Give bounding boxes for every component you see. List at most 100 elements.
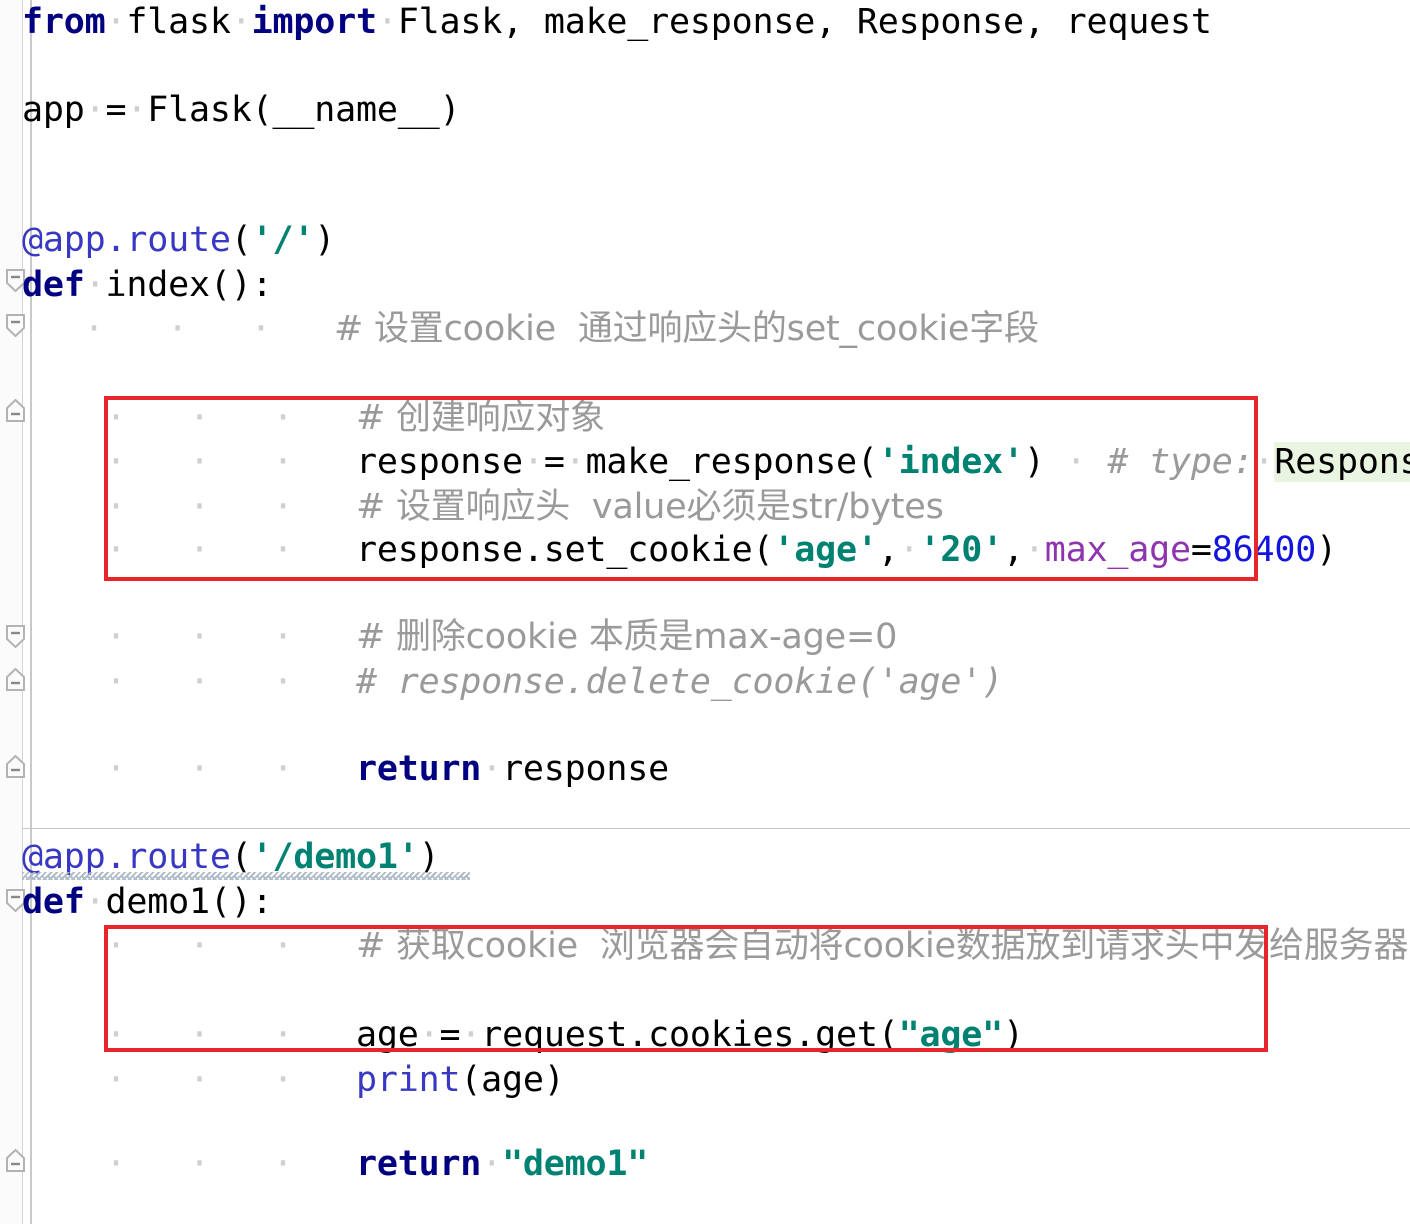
code-line-def-demo1[interactable]: def·demo1(): <box>22 880 273 924</box>
indent-dots: · · · <box>22 442 356 482</box>
string-index: 'index' <box>877 442 1024 482</box>
code-line-app-assign[interactable]: app·=·Flask(__name__) <box>22 88 461 132</box>
indent-dot: · <box>564 442 586 482</box>
indent-dot: · <box>84 265 106 305</box>
decorator-route: route <box>126 220 231 260</box>
indent-dot: · <box>1023 530 1045 570</box>
var-age: age <box>355 1015 419 1055</box>
indent-dot: · <box>481 1144 503 1184</box>
indent-dots: · · · <box>22 926 356 966</box>
string-age-key: 'age' <box>773 530 878 570</box>
indent-dot: · <box>1044 442 1108 482</box>
comma-2: , <box>1003 530 1024 570</box>
keyword-from: from <box>22 2 106 42</box>
comment-get-cookie: # 获取cookie 浏览器会自动将cookie数据放到请求头中发给服务器 <box>355 926 1409 966</box>
comment-create-response: # 创建响应对象 <box>355 398 605 438</box>
call-make-response: make_response( <box>585 442 878 482</box>
code-line-route-root[interactable]: @app.route('/') <box>22 218 335 262</box>
function-name-demo1: demo1(): <box>105 882 273 922</box>
type-response-highlight: Response <box>1274 442 1410 482</box>
print-argument: (age) <box>460 1060 565 1100</box>
paren-close: ) <box>1003 1015 1024 1055</box>
section-separator <box>22 828 1410 829</box>
indent-dots: · · · <box>22 487 356 527</box>
comment-delete-cookie-code: # response.delete_cookie('age') <box>355 662 1003 702</box>
call-request-cookies-get: request.cookies.get( <box>481 1015 899 1055</box>
decorator-separator: . <box>105 837 127 877</box>
code-line-import[interactable]: from·flask·import·Flask, make_response, … <box>22 0 1212 44</box>
code-line-comment-delete-cookie[interactable]: · · · # 删除cookie 本质是max-age=0 <box>22 615 897 659</box>
var-response: response <box>355 442 523 482</box>
code-line-comment-create-response[interactable]: · · · # 创建响应对象 <box>22 396 605 440</box>
keyword-return: return <box>355 1144 482 1184</box>
keyword-def: def <box>22 882 85 922</box>
function-name-index: index(): <box>105 265 273 305</box>
code-line-print-age[interactable]: · · · print(age) <box>22 1058 565 1102</box>
operator-equals: = <box>439 1015 461 1055</box>
call-set-cookie: response.set_cookie( <box>355 530 774 570</box>
number-86400: 86400 <box>1211 530 1317 570</box>
keyword-return: return <box>355 749 482 789</box>
indent-dots: · · · <box>22 1015 356 1055</box>
decorator-app: @app <box>22 837 106 877</box>
keyword-import: import <box>251 2 377 42</box>
indent-dot: · <box>1253 442 1275 482</box>
code-line-comment-delete-cookie-code[interactable]: · · · # response.delete_cookie('age') <box>22 660 1003 704</box>
kwarg-max-age: max_age <box>1044 530 1191 570</box>
code-surface[interactable]: from·flask·import·Flask, make_response, … <box>0 0 1410 1224</box>
indent-dot: · <box>84 882 106 922</box>
code-line-comment-set-header[interactable]: · · · # 设置响应头 value必须是str/bytes <box>22 485 944 529</box>
operator-equals: = <box>543 442 565 482</box>
indent-dot: · <box>418 1015 440 1055</box>
code-line-def-index[interactable]: def·index(): <box>22 263 273 307</box>
module-flask: flask <box>126 2 231 42</box>
indent-dots: · · · <box>22 1060 356 1100</box>
decorator-separator: . <box>105 220 127 260</box>
paren-open: ( <box>230 220 252 260</box>
code-line-return-demo1[interactable]: · · · return·"demo1" <box>22 1142 648 1186</box>
decorator-app: @app <box>22 220 106 260</box>
paren-open: ( <box>230 837 252 877</box>
comment-set-header: # 设置响应头 value必须是str/bytes <box>355 487 944 527</box>
indent-dots: · · · <box>22 398 356 438</box>
indent-dots: · · · <box>22 749 356 789</box>
code-editor[interactable]: from·flask·import·Flask, make_response, … <box>0 0 1410 1224</box>
code-line-return-response[interactable]: · · · return·response <box>22 747 669 791</box>
indent-dot: · <box>376 2 398 42</box>
string-demo1-path: '/demo1' <box>251 837 419 877</box>
indent-dot: · <box>898 530 920 570</box>
paren-close: ) <box>1023 442 1045 482</box>
indent-dot: · <box>460 1015 482 1055</box>
string-age-key-dq: "age" <box>898 1015 1004 1055</box>
indent-dots: · · · <box>22 530 356 570</box>
indent-dot: · <box>126 90 148 130</box>
code-line-comment-set-cookie[interactable]: · · · # 设置cookie 通过响应头的set_cookie字段 <box>0 307 1039 351</box>
comment-type-hint: # type: <box>1107 442 1254 482</box>
string-age-value: '20' <box>919 530 1004 570</box>
code-line-get-cookie[interactable]: · · · age·=·request.cookies.get("age") <box>22 1013 1024 1057</box>
comma-1: , <box>877 530 899 570</box>
paren-close: ) <box>1316 530 1337 570</box>
keyword-def: def <box>22 265 85 305</box>
indent-dots: · · · <box>22 1144 356 1184</box>
string-root-path: '/' <box>251 220 315 260</box>
inspection-squiggle <box>22 872 470 880</box>
code-line-comment-get-cookie[interactable]: · · · # 获取cookie 浏览器会自动将cookie数据放到请求头中发给… <box>22 924 1408 968</box>
paren-close: ) <box>314 220 336 260</box>
code-line-make-response[interactable]: · · · response·=·make_response('index') … <box>22 440 1410 484</box>
comment-set-cookie: # 设置cookie 通过响应头的set_cookie字段 <box>333 309 1039 349</box>
flask-constructor: Flask(__name__) <box>147 90 461 130</box>
indent-dots: · · · <box>0 309 334 349</box>
indent-dot: · <box>522 442 544 482</box>
return-value-response: response <box>502 749 670 789</box>
var-app: app <box>22 90 85 130</box>
string-demo1: "demo1" <box>502 1144 649 1184</box>
decorator-route: route <box>126 837 231 877</box>
operator-equals: = <box>1190 530 1212 570</box>
indent-dot: · <box>84 90 106 130</box>
indent-dot: · <box>230 2 252 42</box>
import-list: Flask, make_response, Response, request <box>397 2 1212 42</box>
indent-dots: · · · <box>22 617 356 657</box>
paren-close: ) <box>418 837 440 877</box>
code-line-set-cookie[interactable]: · · · response.set_cookie('age',·'20',·m… <box>22 528 1337 572</box>
